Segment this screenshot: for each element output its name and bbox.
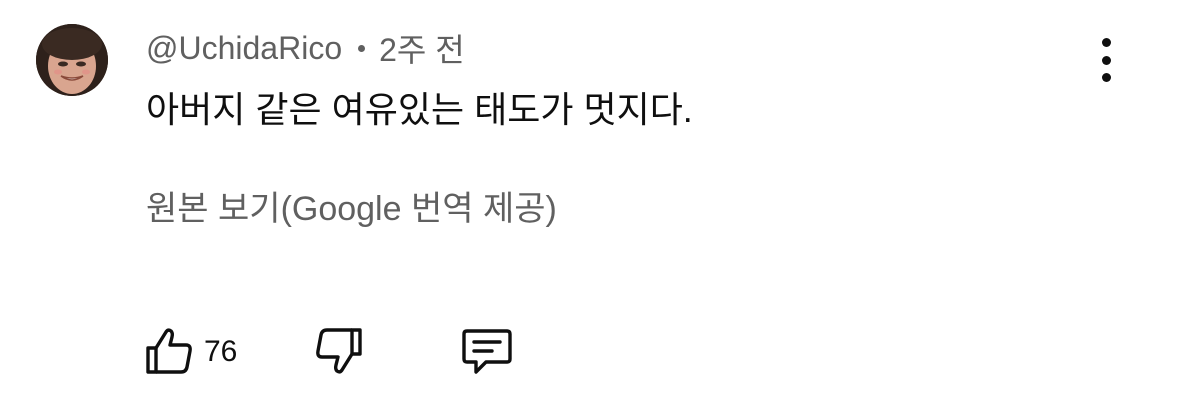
like-count: 76: [204, 335, 238, 368]
author-name[interactable]: @UchidaRico: [146, 30, 342, 67]
more-vert-icon-dot: [1101, 38, 1111, 47]
reply-button[interactable]: [460, 326, 514, 383]
thumb-down-icon: [316, 328, 362, 374]
like-button[interactable]: [144, 326, 194, 381]
comment-actions: 76: [144, 326, 544, 378]
comment-timestamp: 2주 전: [379, 32, 465, 68]
separator-dot: [358, 44, 366, 52]
comment-item: @UchidaRico 2주 전 아버지 같은 여유있는 태도가 멋지다. 원본…: [0, 0, 1179, 411]
dislike-button[interactable]: [314, 326, 364, 381]
thumb-up-icon: [146, 328, 192, 374]
more-vert-icon-dot: [1101, 55, 1111, 65]
author-avatar[interactable]: [36, 24, 108, 96]
comment-text: 아버지 같은 여유있는 태도가 멋지다.: [146, 89, 693, 130]
comment-reply-icon: [462, 329, 512, 374]
more-options-button[interactable]: [1086, 38, 1126, 82]
avatar-image: [36, 24, 108, 96]
see-original-link[interactable]: 원본 보기(Google 번역 제공): [146, 186, 557, 232]
comment-meta: @UchidaRico 2주 전: [146, 26, 465, 70]
more-vert-icon-dot: [1101, 73, 1111, 82]
